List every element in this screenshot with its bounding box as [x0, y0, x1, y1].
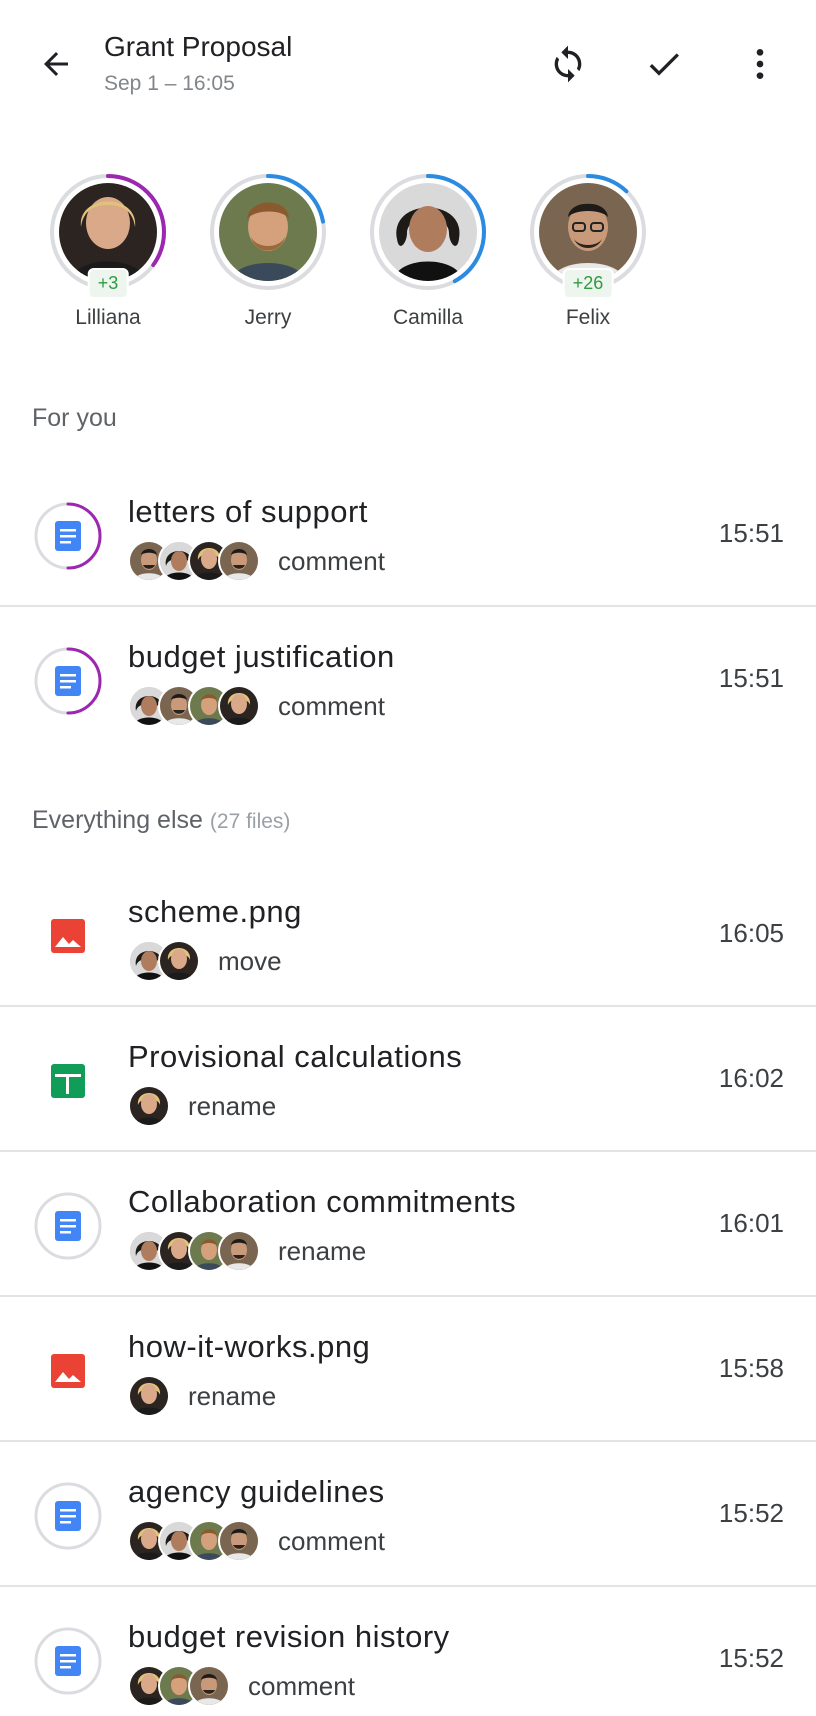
- file-row[interactable]: Provisional calculations rename 16:02: [0, 1007, 816, 1152]
- activity-time: 15:58: [718, 1353, 784, 1383]
- file-activity: comment: [128, 1518, 385, 1564]
- file-row[interactable]: Collaboration commitments rename 16:01: [0, 1152, 816, 1297]
- person-ring: [208, 172, 328, 292]
- activity-time: 15:52: [718, 1643, 784, 1673]
- doc-icon: [32, 1480, 104, 1552]
- avatar-stack: [128, 1085, 170, 1127]
- avatar: [218, 540, 260, 582]
- file-activity: move: [128, 938, 282, 984]
- page-subtitle: Sep 1 – 16:05: [104, 72, 235, 95]
- file-activity: comment: [128, 538, 385, 584]
- person-jerry[interactable]: Jerry: [188, 172, 348, 330]
- file-title: how-it-works.png: [128, 1329, 371, 1364]
- file-title: budget revision history: [128, 1619, 450, 1654]
- avatar: [188, 1665, 230, 1707]
- file-activity: comment: [128, 1663, 355, 1709]
- section-for-you: For you: [32, 404, 117, 432]
- person-lilliana[interactable]: +3 Lilliana: [28, 172, 188, 330]
- avatar: [539, 183, 637, 281]
- avatar: [219, 183, 317, 281]
- file-count: (27 files): [209, 810, 291, 833]
- file-title: agency guidelines: [128, 1474, 385, 1509]
- avatar: [158, 940, 200, 982]
- person-ring: +26: [528, 172, 648, 299]
- avatar-stack: [128, 1665, 230, 1707]
- activity-action: comment: [278, 1525, 385, 1556]
- collaborators-row: +3 Lilliana Jerry Camilla +26 Felix: [0, 172, 816, 342]
- file-title: Provisional calculations: [128, 1039, 463, 1074]
- activity-time: 15:52: [718, 1498, 784, 1528]
- section-everything-else: Everything else (27 files): [32, 806, 290, 835]
- file-activity: rename: [128, 1373, 276, 1419]
- avatar: [218, 1520, 260, 1562]
- file-title: scheme.png: [128, 894, 302, 929]
- avatar: [218, 685, 260, 727]
- sync-button[interactable]: [544, 40, 592, 88]
- avatar: [128, 1375, 170, 1417]
- file-activity: rename: [128, 1083, 276, 1129]
- person-name: Camilla: [392, 306, 463, 329]
- back-button[interactable]: [32, 40, 80, 88]
- activity-action: rename: [278, 1235, 367, 1266]
- file-row[interactable]: how-it-works.png rename 15:58: [0, 1297, 816, 1442]
- person-name: Felix: [565, 306, 611, 329]
- activity-action: comment: [278, 690, 385, 721]
- extra-count-badge: +26: [562, 268, 614, 299]
- activity-action: comment: [248, 1670, 355, 1701]
- avatar-stack: [128, 1520, 260, 1562]
- done-button[interactable]: [640, 40, 688, 88]
- file-row[interactable]: budget revision history comment 15:52: [0, 1587, 816, 1716]
- activity-time: 15:51: [718, 518, 784, 548]
- avatar-stack: [128, 940, 200, 982]
- file-activity: comment: [128, 683, 385, 729]
- file-title: letters of support: [128, 494, 368, 529]
- avatar-stack: [128, 685, 260, 727]
- activity-time: 16:01: [718, 1208, 784, 1238]
- activity-action: rename: [188, 1380, 277, 1411]
- person-felix[interactable]: +26 Felix: [508, 172, 668, 330]
- person-ring: +3: [48, 172, 168, 299]
- top-app-bar: Grant Proposal Sep 1 – 16:05: [0, 0, 816, 128]
- file-row[interactable]: letters of support comment 15:51: [0, 462, 816, 607]
- avatar: [59, 183, 157, 281]
- section-title: Everything else: [32, 806, 203, 834]
- activity-action: rename: [188, 1090, 277, 1121]
- extra-count-badge: +3: [87, 268, 129, 299]
- avatar-stack: [128, 1375, 170, 1417]
- file-row[interactable]: scheme.png move 16:05: [0, 862, 816, 1007]
- person-ring: [368, 172, 488, 292]
- sync-icon: [554, 45, 582, 83]
- doc-icon: [32, 1190, 104, 1262]
- more-vert-icon: [756, 49, 764, 79]
- title-block: Grant Proposal Sep 1 – 16:05: [104, 30, 292, 96]
- page-title: Grant Proposal: [104, 31, 293, 62]
- activity-time: 15:51: [718, 663, 784, 693]
- avatar: [218, 1230, 260, 1272]
- activity-time: 16:02: [718, 1063, 784, 1093]
- file-row[interactable]: agency guidelines comment 15:52: [0, 1442, 816, 1587]
- more-options-button[interactable]: [736, 40, 784, 88]
- activity-action: move: [218, 945, 282, 976]
- sheet-icon: [32, 1045, 104, 1117]
- avatar: [379, 183, 477, 281]
- arrow-back-icon: [44, 52, 68, 76]
- doc-icon: [32, 645, 104, 717]
- file-title: Collaboration commitments: [128, 1184, 517, 1219]
- file-activity: rename: [128, 1228, 366, 1274]
- image-icon: [32, 900, 104, 972]
- person-camilla[interactable]: Camilla: [348, 172, 508, 330]
- person-name: Jerry: [244, 306, 292, 329]
- image-icon: [32, 1335, 104, 1407]
- check-icon: [649, 53, 679, 76]
- person-name: Lilliana: [75, 306, 141, 329]
- activity-time: 16:05: [718, 918, 784, 948]
- file-row[interactable]: budget justification comment 15:51: [0, 607, 816, 752]
- doc-icon: [32, 1625, 104, 1697]
- doc-icon: [32, 500, 104, 572]
- activity-action: comment: [278, 545, 385, 576]
- avatar-stack: [128, 540, 260, 582]
- avatar: [128, 1085, 170, 1127]
- file-title: budget justification: [128, 639, 395, 674]
- avatar-stack: [128, 1230, 260, 1272]
